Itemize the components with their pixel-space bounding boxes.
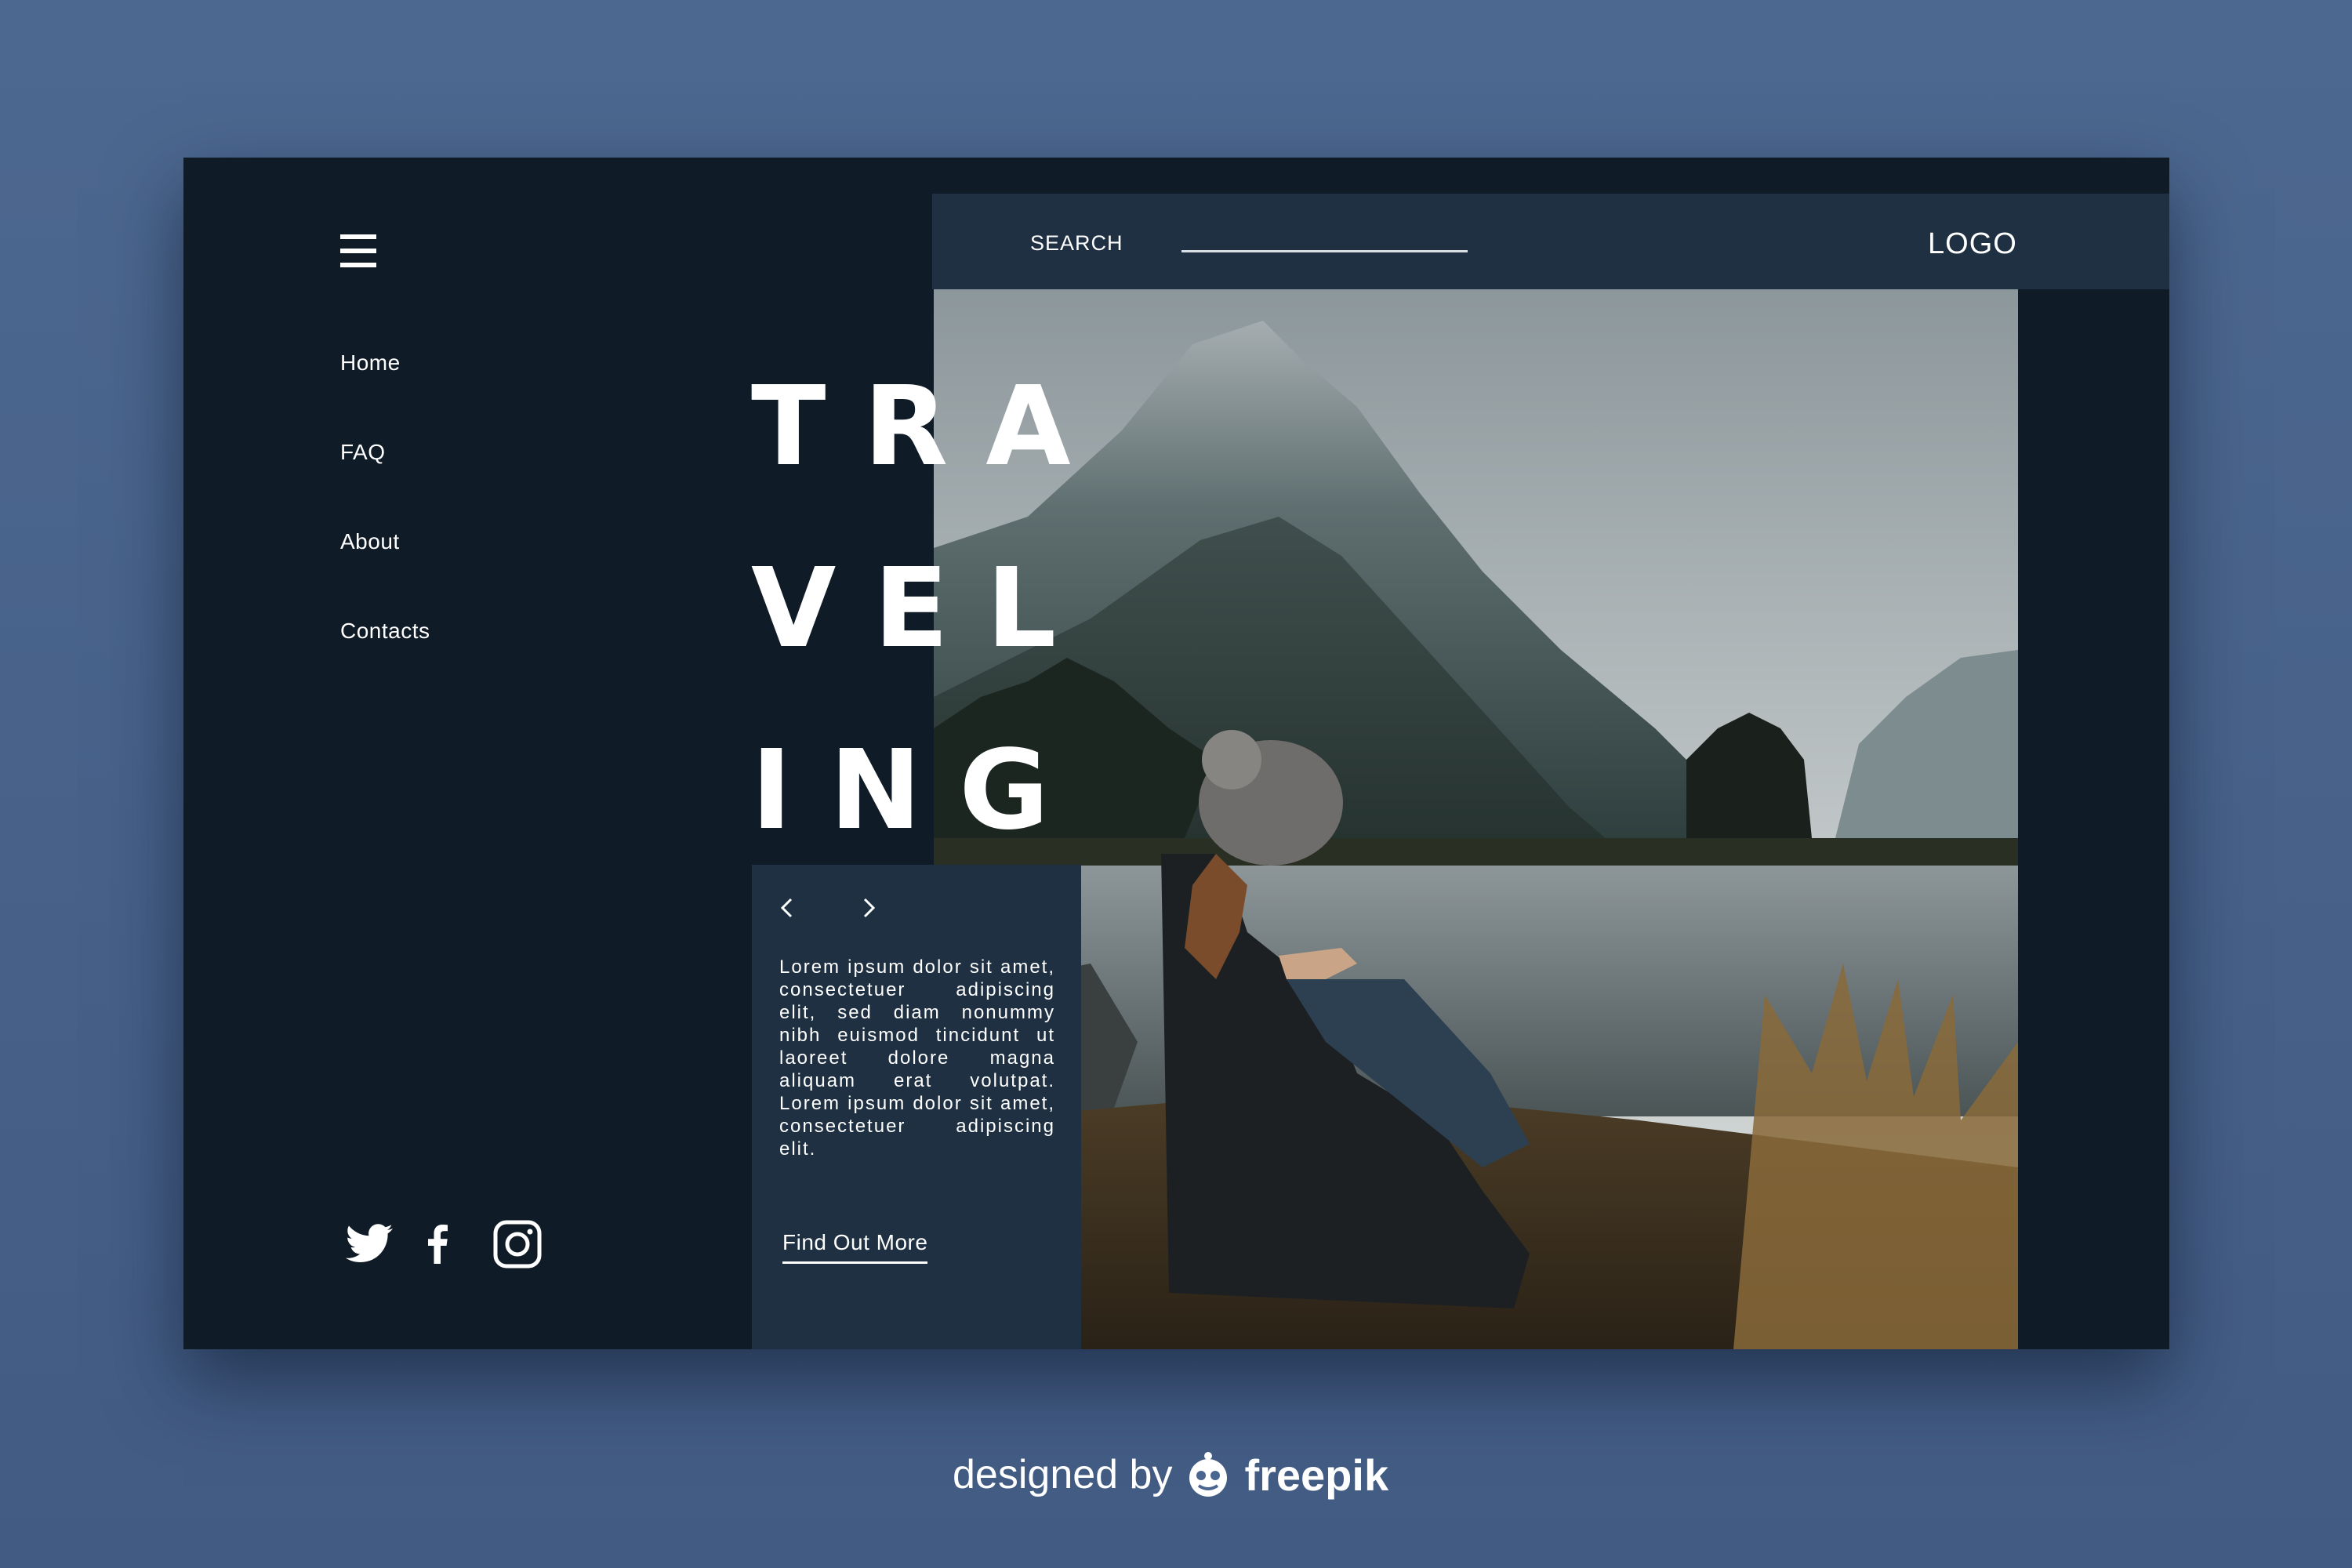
hero-title: TRA VEL ING (751, 336, 1109, 882)
nav-contacts-link[interactable]: Contacts (340, 619, 430, 708)
chevron-left-icon[interactable] (775, 896, 799, 920)
search-label[interactable]: SEARCH (1030, 231, 1123, 256)
title-line-2: VEL (751, 545, 1094, 673)
nav-faq-link[interactable]: FAQ (340, 440, 430, 529)
title-line-1: TRA (751, 363, 1109, 491)
credit-brand: freepik (1244, 1450, 1389, 1500)
find-out-more-link[interactable]: Find Out More (782, 1230, 928, 1264)
top-bar: SEARCH LOGO (932, 194, 2169, 289)
title-line-3: ING (751, 727, 1087, 855)
designer-credit: designed by freepik (953, 1445, 1388, 1504)
card-body-text: Lorem ipsum dolor sit amet, consectetuer… (779, 956, 1055, 1160)
credit-prefix: designed by (953, 1452, 1173, 1497)
twitter-icon[interactable] (344, 1222, 394, 1266)
social-links (344, 1220, 542, 1269)
facebook-icon[interactable] (427, 1225, 448, 1264)
nav-about-link[interactable]: About (340, 529, 430, 619)
search-input[interactable] (1181, 250, 1468, 252)
instagram-icon[interactable] (493, 1220, 542, 1269)
menu-icon[interactable] (340, 234, 376, 267)
freepik-mascot-icon (1189, 1452, 1228, 1497)
logo[interactable]: LOGO (1928, 227, 2017, 261)
main-nav: Home FAQ About Contacts (340, 350, 430, 708)
info-card: Lorem ipsum dolor sit amet, consectetuer… (752, 865, 1081, 1349)
nav-home-link[interactable]: Home (340, 350, 430, 440)
landing-frame: Home FAQ About Contacts SEARCH LOGO TRA … (183, 158, 2169, 1349)
chevron-right-icon[interactable] (857, 896, 880, 920)
